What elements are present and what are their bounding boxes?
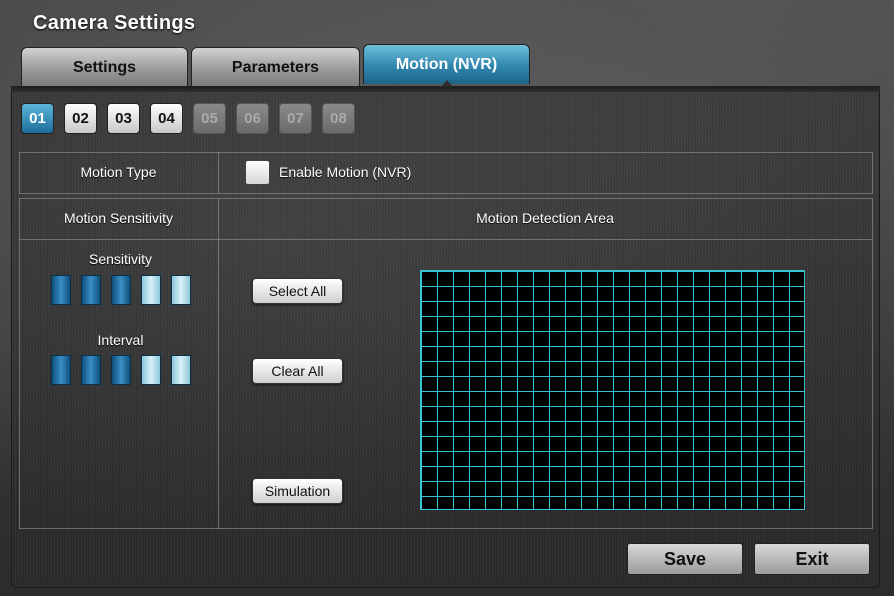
channel-button-01[interactable]: 01 (21, 103, 54, 134)
divider (872, 152, 873, 194)
page-title: Camera Settings (33, 12, 196, 34)
divider (19, 152, 872, 153)
button-label: Save (663, 548, 707, 569)
save-button[interactable]: Save (627, 543, 743, 575)
divider (218, 198, 219, 529)
tab-label: Settings (72, 58, 137, 76)
active-tab-notch (441, 80, 453, 87)
tab-label: Motion (NVR) (395, 55, 498, 73)
sensitivity-label: Sensitivity (88, 251, 153, 267)
sensitivity-level-5[interactable] (171, 275, 191, 305)
divider (19, 193, 872, 194)
interval-level-2[interactable] (81, 355, 101, 385)
channel-label: 08 (330, 110, 347, 127)
interval-level-3[interactable] (111, 355, 131, 385)
exit-button[interactable]: Exit (754, 543, 870, 575)
channel-button-05: 05 (193, 103, 226, 134)
channel-label: 05 (201, 110, 218, 127)
tab-settings[interactable]: Settings (21, 47, 188, 87)
sensitivity-level-4[interactable] (141, 275, 161, 305)
divider (19, 239, 872, 240)
channel-label: 07 (287, 110, 304, 127)
button-label: Select All (268, 283, 327, 299)
motion-detection-area-header: Motion Detection Area (476, 210, 614, 226)
divider (19, 198, 872, 199)
button-label: Simulation (264, 483, 331, 499)
interval-level-5[interactable] (171, 355, 191, 385)
divider (218, 152, 219, 194)
motion-type-label: Motion Type (80, 164, 157, 180)
channel-button-03[interactable]: 03 (107, 103, 140, 134)
channel-label: 03 (115, 110, 132, 127)
channel-button-06: 06 (236, 103, 269, 134)
channel-label: 01 (29, 110, 46, 127)
enable-motion-checkbox[interactable] (245, 160, 270, 185)
interval-level-4[interactable] (141, 355, 161, 385)
channel-button-07: 07 (279, 103, 312, 134)
divider (872, 198, 873, 529)
sensitivity-level-2[interactable] (81, 275, 101, 305)
simulation-button[interactable]: Simulation (252, 478, 343, 504)
clear-all-button[interactable]: Clear All (252, 358, 343, 384)
channel-label: 02 (72, 110, 89, 127)
divider (19, 528, 872, 529)
channel-button-02[interactable]: 02 (64, 103, 97, 134)
button-label: Exit (795, 548, 829, 569)
motion-detection-grid[interactable] (420, 270, 805, 510)
channel-button-08: 08 (322, 103, 355, 134)
enable-motion-label: Enable Motion (NVR) (279, 164, 412, 180)
interval-level-1[interactable] (51, 355, 71, 385)
tab-motion-nvr[interactable]: Motion (NVR) (363, 44, 530, 84)
button-label: Clear All (271, 363, 324, 379)
motion-sensitivity-header: Motion Sensitivity (64, 210, 173, 226)
tab-label: Parameters (231, 58, 320, 76)
channel-button-04[interactable]: 04 (150, 103, 183, 134)
select-all-button[interactable]: Select All (252, 278, 343, 304)
sensitivity-level-1[interactable] (51, 275, 71, 305)
interval-label: Interval (97, 332, 144, 348)
tab-parameters[interactable]: Parameters (191, 47, 360, 87)
sensitivity-level-3[interactable] (111, 275, 131, 305)
divider (19, 198, 20, 529)
channel-label: 06 (244, 110, 261, 127)
channel-label: 04 (158, 110, 175, 127)
